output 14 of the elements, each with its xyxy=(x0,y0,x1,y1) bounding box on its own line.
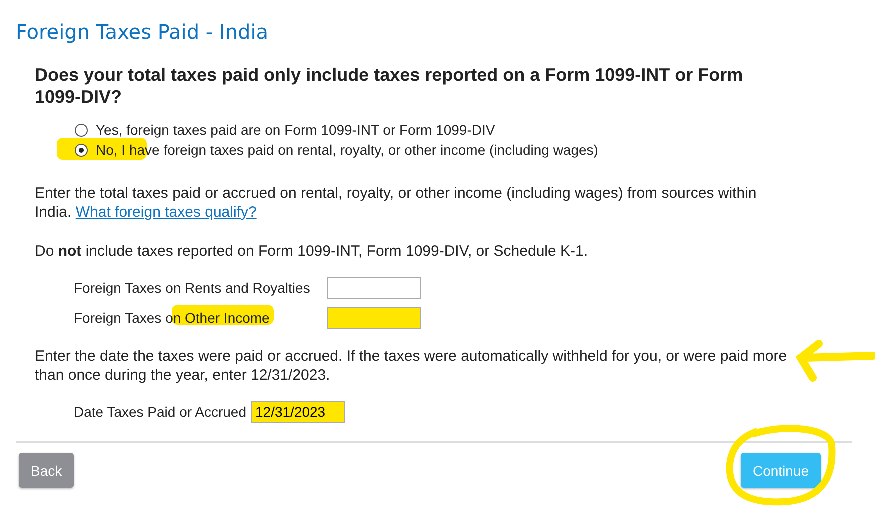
exclusion-note: Do not include taxes reported on Form 1099-INT, Form 1099-DIV, or Schedule K-1. xyxy=(35,242,590,261)
question: Does your total taxes paid only include taxes reported on a Form 1099-INT or Form 1099-DIV? xyxy=(35,64,744,108)
input-field[interactable] xyxy=(327,277,421,299)
input-field[interactable] xyxy=(327,307,421,329)
help-link[interactable]: What foreign taxes qualify? xyxy=(76,204,257,221)
back-button[interactable]: Back xyxy=(19,453,74,488)
page-title: Foreign Taxes Paid - India xyxy=(16,20,270,44)
field-label: Date Taxes Paid or Accrued xyxy=(74,404,247,420)
radio-button[interactable] xyxy=(75,124,88,136)
option-label: Yes, foreign taxes paid are on Form 1099-INT or Form 1099-DIV xyxy=(96,122,496,138)
field-label: Foreign Taxes on Rents and Royalties xyxy=(74,280,312,296)
date-field[interactable]: 12/31/2023 xyxy=(250,401,345,423)
date-instruction: Enter the date the taxes were paid or accrued. If the taxes were automatically withheld for you, or were paid more than once during the year, enter 12/31/2023. xyxy=(35,347,788,385)
instruction-text: Enter the total taxes paid or accrued on rental, royalty, or other income (including wages) from sources within India. What foreign taxes qualify? xyxy=(35,184,758,222)
